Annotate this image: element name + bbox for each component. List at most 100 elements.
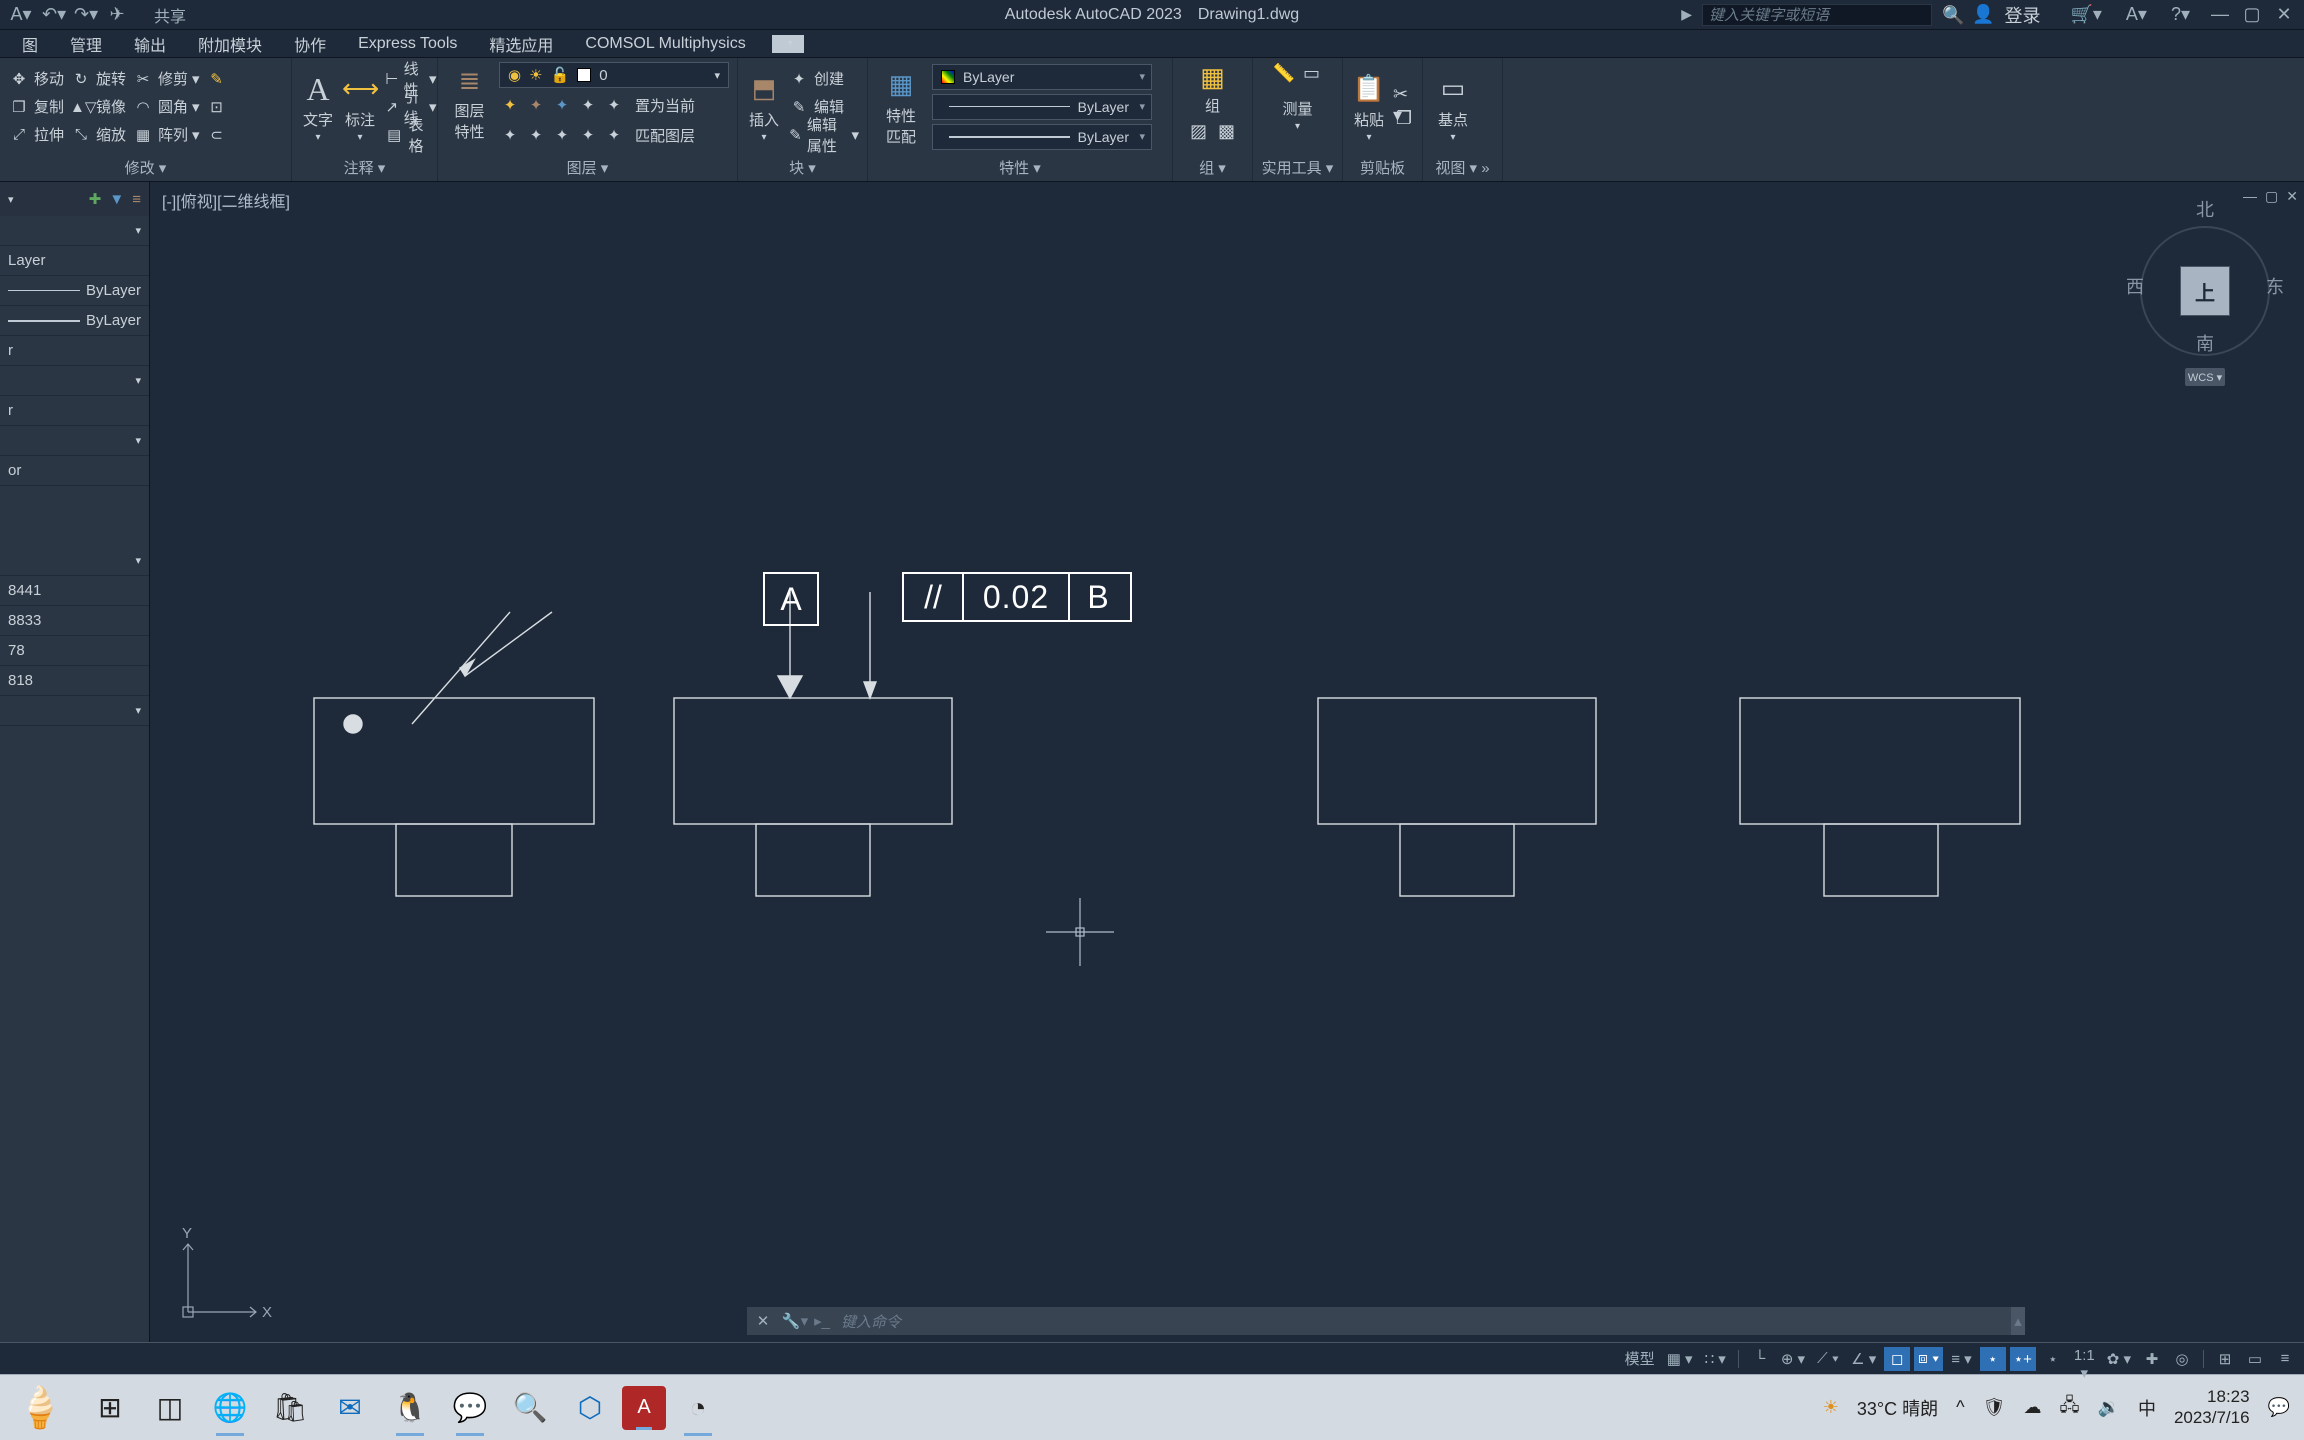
user-icon[interactable]: 👤	[1972, 4, 1994, 25]
palette-row-e[interactable]: or	[0, 456, 149, 486]
app-menu-icon[interactable]: A▾	[10, 4, 32, 26]
tab-output[interactable]: 输出	[118, 32, 182, 56]
login-label[interactable]: 登录	[2004, 2, 2040, 28]
move-button[interactable]: ✥移动	[8, 66, 64, 92]
isodraft-icon[interactable]: ⟋ ▾	[1813, 1347, 1843, 1371]
lineweight-display-icon[interactable]: ≡ ▾	[1947, 1347, 1975, 1371]
insert-button[interactable]: ⬒插入▾	[746, 71, 782, 143]
palette-lweight-row[interactable]: ByLayer	[0, 306, 149, 336]
tab-addons[interactable]: 附加模块	[182, 32, 278, 56]
palette-section[interactable]	[0, 216, 149, 246]
layer-a-icon[interactable]: ✦	[499, 94, 521, 116]
mirror-button[interactable]: ▲▽镜像	[70, 94, 126, 120]
share-label[interactable]: 共享	[154, 3, 186, 27]
viewcube-east[interactable]: 东	[2266, 273, 2284, 299]
measure-button[interactable]: 测量▾	[1276, 90, 1320, 140]
layer-j-icon[interactable]: ✦	[603, 124, 625, 146]
palette-row-d[interactable]	[0, 426, 149, 456]
text-button[interactable]: A文字▾	[300, 71, 336, 143]
panel-view-title[interactable]: 视图 ▾ »	[1423, 155, 1502, 181]
store-icon[interactable]: 🛍	[262, 1380, 318, 1436]
workspace-icon[interactable]: ✚	[2139, 1347, 2165, 1371]
polar-icon[interactable]: ⊕ ▾	[1777, 1347, 1809, 1371]
tab-collab[interactable]: 协作	[278, 32, 342, 56]
search-icon[interactable]: 🔍	[1942, 5, 1962, 25]
weather-icon[interactable]: ☀	[1823, 1397, 1839, 1418]
base-button[interactable]: ▭基点▾	[1431, 71, 1475, 143]
redo-icon[interactable]: ↷▾	[74, 4, 96, 26]
set-current-button[interactable]: 置为当前	[635, 95, 695, 116]
tray-net-icon[interactable]: 🖧	[2059, 1393, 2079, 1423]
array-button[interactable]: ▦阵列 ▾	[132, 122, 200, 148]
search-app-icon[interactable]: 🔍	[502, 1380, 558, 1436]
layer-g-icon[interactable]: ✦	[525, 124, 547, 146]
lineweight-dropdown[interactable]: ByLayer	[932, 124, 1152, 150]
palette-layer-row[interactable]: Layer	[0, 246, 149, 276]
tray-notifications-icon[interactable]: 💬	[2268, 1397, 2290, 1418]
tab-view[interactable]: 图	[6, 32, 54, 56]
palette-row-g[interactable]	[0, 696, 149, 726]
undo-icon[interactable]: ↶▾	[42, 4, 64, 26]
palette-ltype-row[interactable]: ByLayer	[0, 276, 149, 306]
viewcube-north[interactable]: 北	[2196, 196, 2214, 222]
palette-row-b[interactable]	[0, 366, 149, 396]
match-layer-button[interactable]: 匹配图层	[635, 125, 695, 146]
anno-scale-icon[interactable]: ⋆	[2040, 1347, 2066, 1371]
send-icon[interactable]: ✈	[106, 4, 128, 26]
layer-c-icon[interactable]: ✦	[551, 94, 573, 116]
dimension-button[interactable]: ⟷标注▾	[342, 71, 378, 143]
annotation-viz-icon[interactable]: ⋆	[1980, 1347, 2006, 1371]
edge-icon[interactable]: 🌐	[202, 1380, 258, 1436]
edit-attr-button[interactable]: ✎编辑属性 ▾	[788, 122, 859, 148]
help-icon[interactable]: ?▾	[2171, 4, 2190, 25]
start-button[interactable]: ⊞	[82, 1380, 138, 1436]
panel-modify-title[interactable]: 修改 ▾	[0, 155, 291, 181]
group-edit-icon[interactable]: ▩	[1216, 120, 1238, 142]
tab-express[interactable]: Express Tools	[342, 35, 473, 53]
scale-label[interactable]: 1:1 ▾	[2070, 1347, 2099, 1371]
group-button[interactable]: ▦组	[1191, 62, 1235, 116]
panel-util-title[interactable]: 实用工具 ▾	[1253, 155, 1342, 181]
cmd-input[interactable]: 键入命令	[833, 1311, 2011, 1332]
scale-button[interactable]: ⤡缩放	[70, 122, 126, 148]
layer-f-icon[interactable]: ✦	[499, 124, 521, 146]
maximize-icon[interactable]: ▢	[2242, 4, 2262, 25]
cloud-app-icon[interactable]: ⬡	[562, 1380, 618, 1436]
paste-button[interactable]: 📋粘贴▾	[1351, 71, 1387, 143]
clean-screen-icon[interactable]: ▭	[2242, 1347, 2268, 1371]
palette-row-f[interactable]	[0, 546, 149, 576]
tab-manage[interactable]: 管理	[54, 32, 118, 56]
panel-group-title[interactable]: 组 ▾	[1173, 155, 1252, 181]
view-cube[interactable]: 上 北 南 西 东 WCS ▾	[2130, 196, 2280, 386]
erase-icon[interactable]: ⊂	[206, 124, 228, 146]
search-chevron-icon[interactable]: ▶	[1681, 6, 1692, 23]
palette-list-icon[interactable]: ≡	[132, 191, 141, 208]
viewcube-south[interactable]: 南	[2196, 330, 2214, 356]
panel-props-title[interactable]: 特性 ▾	[868, 155, 1172, 181]
layer-b-icon[interactable]: ✦	[525, 94, 547, 116]
autoscale-icon[interactable]: ⋆+	[2010, 1347, 2036, 1371]
command-line[interactable]: ✕ 🔧▾ ▸_ 键入命令 ▴	[746, 1306, 2026, 1336]
snap-grid-icon[interactable]: ∷ ▾	[1701, 1347, 1730, 1371]
layer-props-button[interactable]: ≣图层 特性	[446, 62, 493, 142]
create-block-button[interactable]: ✦创建	[788, 66, 859, 92]
panel-layer-title[interactable]: 图层 ▾	[438, 155, 737, 181]
autodesk-icon[interactable]: A▾	[2126, 4, 2147, 25]
autocad-app-icon[interactable]: A	[622, 1386, 666, 1430]
match-props-button[interactable]: ▦特性 匹配	[876, 67, 926, 147]
ungroup-icon[interactable]: ▨	[1188, 120, 1210, 142]
layer-h-icon[interactable]: ✦	[551, 124, 573, 146]
wcs-label[interactable]: WCS ▾	[2185, 368, 2225, 386]
close-icon[interactable]: ✕	[2274, 4, 2294, 25]
qq-icon[interactable]: 🐧	[382, 1380, 438, 1436]
cmd-customize-icon[interactable]: 🔧▾	[779, 1312, 811, 1330]
hardware-accel-icon[interactable]: ⊞	[2212, 1347, 2238, 1371]
palette-selector-icon[interactable]: ▾	[8, 193, 81, 206]
tab-comsol[interactable]: COMSOL Multiphysics	[569, 35, 761, 53]
taskbar-clock[interactable]: 18:23 2023/7/16	[2174, 1387, 2250, 1428]
grid-display-icon[interactable]: ▦ ▾	[1663, 1347, 1697, 1371]
drawing-canvas[interactable]: [-][俯视][二维线框] — ▢ ✕	[150, 182, 2304, 1374]
palette-filter-icon[interactable]: ▼	[109, 191, 124, 208]
linetype-dropdown[interactable]: ByLayer	[932, 94, 1152, 120]
tray-onedrive-icon[interactable]: ☁	[2023, 1397, 2041, 1418]
